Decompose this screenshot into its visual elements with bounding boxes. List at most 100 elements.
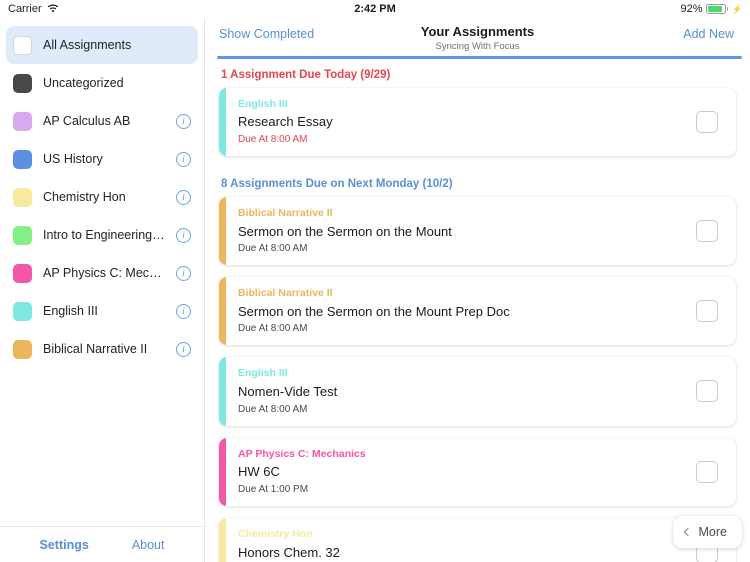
sidebar: All Assignments Uncategorized AP Calculus …: [0, 18, 205, 562]
assignment-card-body: Biblical Narrative II Sermon on the Sermo…: [226, 277, 696, 345]
course-color-swatch-icon: [13, 35, 32, 55]
assignment-card-body: English III Research Essay Due At 8:00 AM: [226, 88, 696, 156]
info-icon[interactable]: i: [176, 113, 191, 129]
course-color-stripe: [219, 196, 226, 265]
status-bar: Carrier 2:42 PM 92% ⚡: [0, 0, 750, 18]
course-color-stripe: [219, 357, 226, 426]
info-icon[interactable]: i: [176, 265, 191, 281]
assignment-title: Honors Chem. 32: [238, 544, 340, 560]
course-color-stripe: [219, 87, 226, 156]
assignment-title: Sermon on the Sermon on the Mount Prep D…: [238, 303, 510, 319]
assignment-card-body: Biblical Narrative II Sermon on the Sermo…: [226, 197, 696, 265]
assignment-complete-checkbox[interactable]: [696, 460, 718, 483]
assignment-due-label: Due At 8:00 AM: [238, 323, 308, 335]
assignment-card[interactable]: English III Nomen-Vide Test Due At 8:00 AM: [219, 357, 736, 426]
course-color-swatch-icon: [13, 73, 32, 93]
assignment-course-label: English III: [238, 367, 288, 380]
assignment-card[interactable]: Biblical Narrative II Sermon on the Sermo…: [219, 196, 736, 265]
assignments-scroll-area[interactable]: 1 Assignment Due Today (9/29) English III…: [205, 59, 750, 562]
battery-percent-label: 92%: [680, 3, 703, 15]
assignment-complete-checkbox[interactable]: [696, 110, 718, 133]
assignment-title: Research Essay: [238, 114, 333, 130]
course-color-swatch-icon: [13, 149, 32, 169]
sidebar-item-label: AP Physics C: Mechanics: [43, 266, 165, 280]
info-icon[interactable]: i: [176, 341, 191, 357]
carrier-label: Carrier: [8, 3, 42, 15]
assignment-checkbox-wrapper[interactable]: [696, 277, 736, 345]
sidebar-item-uncategorized[interactable]: Uncategorized: [6, 64, 198, 102]
chevron-left-icon: [683, 527, 692, 537]
sidebar-item-biblical-narrative-ii[interactable]: Biblical Narrative II i: [6, 330, 198, 368]
course-color-stripe: [219, 517, 226, 562]
sidebar-item-all-assignments[interactable]: All Assignments: [6, 26, 198, 64]
info-icon[interactable]: i: [176, 303, 191, 319]
info-icon[interactable]: i: [176, 189, 191, 205]
course-color-swatch-icon: [13, 301, 32, 321]
main-content: Show Completed Your Assignments Syncing …: [205, 18, 750, 562]
assignment-title: Nomen-Vide Test: [238, 384, 338, 399]
sidebar-item-ap-calculus-ab[interactable]: AP Calculus AB i: [6, 102, 198, 140]
sidebar-item-label: Biblical Narrative II: [43, 342, 148, 356]
assignment-complete-checkbox[interactable]: [696, 219, 718, 242]
assignment-due-label: Due At 1:00 PM: [238, 483, 309, 495]
course-color-stripe: [219, 437, 226, 506]
sidebar-item-intro-to-engineering-design[interactable]: Intro to Engineering Design… i: [6, 216, 198, 254]
assignment-card[interactable]: Chemistry HonHonors Chem. 32Due At 5:00 …: [219, 517, 736, 562]
assignment-title: HW 6C: [238, 464, 280, 480]
sidebar-list: All Assignments Uncategorized AP Calculus …: [0, 18, 204, 526]
section-heading: 1 Assignment Due Today (9/29): [221, 68, 391, 81]
status-bar-clock: 2:42 PM: [354, 3, 396, 15]
sidebar-item-chemistry-hon[interactable]: Chemistry Hon i: [6, 178, 198, 216]
sidebar-item-us-history[interactable]: US History i: [6, 140, 198, 178]
assignment-card[interactable]: Biblical Narrative II Sermon on the Sermo…: [219, 277, 736, 346]
status-bar-left: Carrier: [8, 3, 59, 15]
course-color-swatch-icon: [13, 187, 32, 207]
info-icon[interactable]: i: [176, 227, 191, 243]
assignment-card[interactable]: English III Research Essay Due At 8:00 AM: [219, 87, 736, 156]
assignment-course-label: AP Physics C: Mechanics: [238, 447, 366, 460]
assignment-card-body: AP Physics C: Mechanics HW 6C Due At 1:00 …: [226, 438, 696, 506]
more-button[interactable]: More: [672, 516, 742, 548]
section-heading: 8 Assignments Due on Next Monday (10/2): [221, 177, 453, 190]
course-color-swatch-icon: [13, 225, 32, 245]
status-bar-right: 92% ⚡: [681, 3, 743, 15]
course-color-stripe: [219, 277, 226, 346]
content-header: Show Completed Your Assignments Syncing …: [205, 18, 750, 52]
assignment-course-label: Biblical Narrative II: [238, 206, 333, 219]
assignment-checkbox-wrapper[interactable]: [696, 197, 736, 265]
course-color-swatch-icon: [13, 263, 32, 283]
wifi-icon: [47, 4, 59, 14]
assignment-title: Sermon on the Sermon on the Mount: [238, 223, 452, 239]
assignment-due-label: Due At 8:00 AM: [238, 403, 308, 415]
assignment-checkbox-wrapper[interactable]: [696, 438, 736, 506]
add-new-button[interactable]: Add New: [683, 25, 734, 41]
about-button[interactable]: About: [132, 538, 165, 552]
show-completed-button[interactable]: Show Completed: [219, 25, 314, 41]
assignment-card[interactable]: AP Physics C: Mechanics HW 6C Due At 1:00 …: [219, 437, 736, 506]
assignment-course-label: Chemistry Hon: [238, 527, 313, 540]
sidebar-item-label: Uncategorized: [43, 76, 124, 90]
sidebar-item-label: Intro to Engineering Design…: [43, 228, 165, 242]
sidebar-item-ap-physics-c-mechanics[interactable]: AP Physics C: Mechanics i: [6, 254, 198, 292]
assignment-due-label: Due At 8:00 AM: [238, 243, 308, 254]
assignment-checkbox-wrapper[interactable]: [696, 357, 736, 425]
assignment-complete-checkbox[interactable]: [696, 380, 718, 403]
course-color-swatch-icon: [13, 339, 32, 359]
assignment-course-label: Biblical Narrative II: [238, 287, 333, 299]
sidebar-item-label: English III: [43, 304, 98, 318]
sync-status-label: Syncing With Focus: [435, 40, 520, 52]
assignment-checkbox-wrapper[interactable]: [696, 88, 736, 156]
battery-icon: [705, 4, 729, 14]
assignment-complete-checkbox[interactable]: [696, 300, 718, 323]
assignment-card-body: Chemistry HonHonors Chem. 32Due At 5:00 …: [226, 518, 696, 562]
sidebar-item-label: AP Calculus AB: [43, 114, 131, 128]
info-icon[interactable]: i: [176, 151, 191, 167]
settings-button[interactable]: Settings: [40, 538, 89, 552]
more-button-label: More: [698, 525, 727, 539]
app-frame: All Assignments Uncategorized AP Calculus …: [0, 18, 750, 562]
sidebar-item-label: Chemistry Hon: [43, 190, 126, 204]
sidebar-item-label: All Assignments: [43, 38, 132, 52]
sidebar-item-english-iii[interactable]: English III i: [6, 292, 198, 330]
assignment-due-label: Due At 8:00 AM: [238, 133, 308, 145]
assignment-card-body: English III Nomen-Vide Test Due At 8:00 AM: [226, 357, 696, 425]
